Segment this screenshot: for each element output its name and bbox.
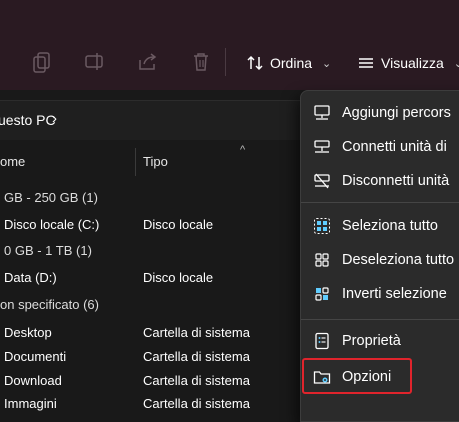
column-header-type[interactable]: Tipo [143,154,168,169]
select-none-icon [315,253,329,267]
highlight-annotation [302,358,412,394]
disconnect-network-drive-icon [314,173,330,189]
column-separator[interactable] [135,148,136,176]
chevron-right-icon[interactable]: › [52,110,57,127]
menu-item-label: Seleziona tutto [342,218,438,234]
list-item-name[interactable]: Download [4,373,62,388]
menu-item-properties[interactable]: Proprietà [301,324,459,358]
breadcrumb[interactable]: uesto PC [0,112,56,128]
list-item-name[interactable]: Documenti [4,349,66,364]
group-header[interactable]: GB - 250 GB (1) [4,190,98,205]
list-item-type: Cartella di sistema [143,373,250,388]
sort-button[interactable]: Ordina ⌄ [246,52,331,74]
add-network-location-icon [314,105,330,120]
view-label: Visualizza [381,55,444,71]
group-header[interactable]: on specificato (6) [0,297,99,312]
list-item-type: Cartella di sistema [143,325,250,340]
menu-separator [301,319,459,320]
sort-icon [247,55,263,71]
menu-separator [301,202,459,203]
menu-item-add-network-location[interactable]: Aggiungi percors [301,96,459,130]
menu-item-label: Aggiungi percors [342,105,451,121]
command-bar: Ordina ⌄ Visualizza ⌄ [0,0,459,90]
column-header-name[interactable]: ome [0,154,25,169]
invert-selection-icon [315,287,329,301]
delete-icon[interactable] [190,50,212,74]
menu-item-label: Inverti selezione [342,286,447,302]
share-icon[interactable] [137,50,159,74]
menu-item-select-none[interactable]: Deseleziona tutto [301,243,459,277]
list-item-type: Disco locale [143,270,214,285]
menu-item-invert-selection[interactable]: Inverti selezione [301,277,459,311]
toolbar-separator [225,48,226,76]
menu-item-select-all[interactable]: Seleziona tutto [301,209,459,243]
sort-label: Ordina [270,55,313,71]
copy-icon[interactable] [31,50,53,74]
list-item-type: Cartella di sistema [143,396,250,411]
menu-item-label: Connetti unità di [342,139,447,155]
list-item-type: Disco locale [143,217,214,232]
map-network-drive-icon [314,140,330,153]
view-icon [359,58,373,68]
group-header[interactable]: 0 GB - 1 TB (1) [4,243,92,258]
menu-item-label: Deseleziona tutto [342,252,455,268]
menu-item-disconnect-network-drive[interactable]: Disconnetti unità [301,164,459,198]
chevron-down-icon: ⌄ [453,57,459,70]
list-item-name[interactable]: Immagini [4,396,57,411]
list-item-type: Cartella di sistema [143,349,250,364]
sort-caret-icon: ^ [240,144,246,156]
list-item-name[interactable]: Disco locale (C:) [4,217,99,232]
list-item-name[interactable]: Desktop [4,325,52,340]
menu-item-map-network-drive[interactable]: Connetti unità di [301,130,459,164]
rename-icon[interactable] [84,50,106,74]
menu-item-label: Proprietà [342,333,401,349]
list-item-name[interactable]: Data (D:) [4,270,57,285]
view-button[interactable]: Visualizza ⌄ [357,52,459,74]
properties-icon [315,332,329,350]
select-all-icon [314,218,330,234]
menu-item-label: Disconnetti unità [342,173,450,189]
chevron-down-icon: ⌄ [322,57,332,70]
